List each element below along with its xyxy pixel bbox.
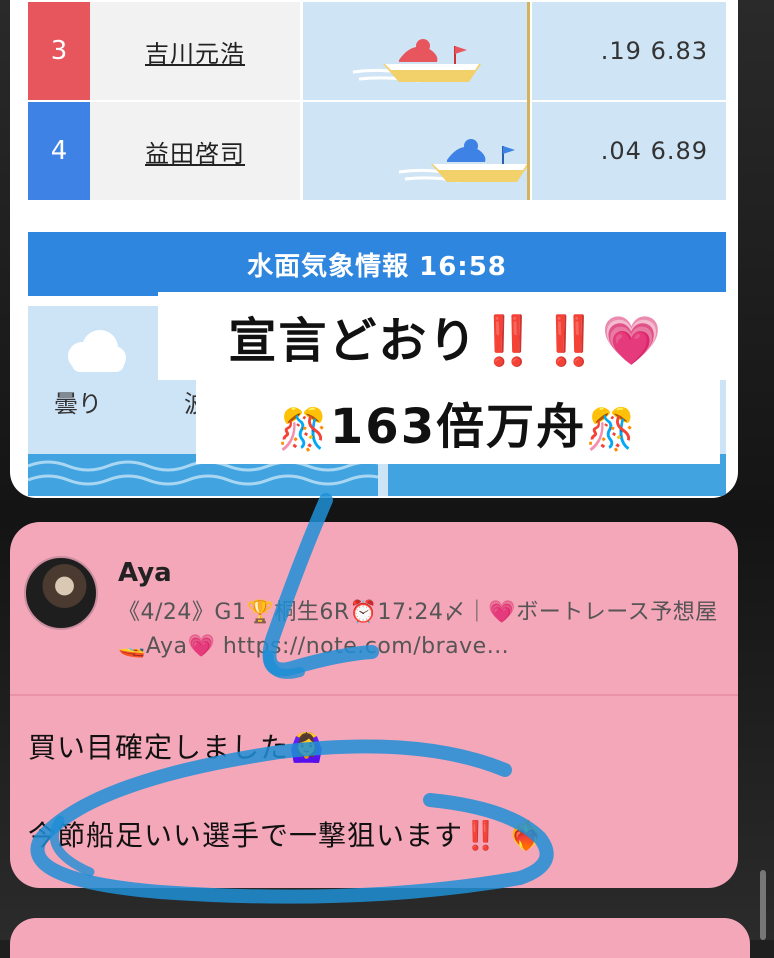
note-post-card[interactable]: Aya 《4/24》G1🏆桐生6R⏰17:24〆｜💗ボートレース予想屋🚤Aya💗…	[10, 522, 738, 888]
boat-icon	[352, 39, 481, 83]
post-text: 今節船足いい選手で一撃狙います‼️ ❤️‍🔥	[28, 814, 545, 854]
post-description[interactable]: 《4/24》G1🏆桐生6R⏰17:24〆｜💗ボートレース予想屋🚤Aya💗 htt…	[118, 596, 718, 664]
double-exclamation-icon: ‼️	[463, 819, 499, 852]
weather-header: 水面気象情報 16:58	[28, 232, 726, 296]
caption-line-1: 宣言どおり‼️‼️💗	[158, 292, 734, 380]
double-exclamation-icon: ‼️‼️	[478, 313, 602, 369]
racer-name-cell: 益田啓司	[90, 102, 300, 200]
goal-line	[527, 2, 530, 200]
racer-name-link[interactable]: 吉川元浩	[145, 34, 245, 69]
caption-text: 163倍万舟	[329, 399, 587, 455]
confetti-icon: 🎊	[278, 407, 330, 453]
racer-name-cell: 吉川元浩	[90, 2, 300, 100]
cloud-icon	[68, 330, 126, 372]
boat-position-cell	[303, 102, 529, 200]
racer-row[interactable]: 4 益田啓司 .04 6.89	[28, 102, 726, 200]
avatar[interactable]	[24, 556, 98, 630]
start-timing: .19 6.83	[532, 2, 726, 100]
divider	[10, 694, 738, 696]
heart-on-fire-icon: ❤️‍🔥	[508, 819, 545, 852]
start-timing: .04 6.89	[532, 102, 726, 200]
next-card-peek	[10, 918, 750, 958]
caption-line-2: 🎊163倍万舟🎊	[196, 380, 720, 464]
confetti-icon: 🎊	[586, 407, 638, 453]
racer-row[interactable]: 3 吉川元浩 .19 6.83	[28, 2, 726, 100]
caption-text: 宣言どおり	[228, 313, 479, 369]
lane-number: 4	[28, 102, 90, 200]
boat-position-cell	[303, 2, 529, 100]
post-text-content: 今節船足いい選手で一撃狙います	[28, 819, 464, 852]
scrollbar[interactable]	[760, 870, 766, 940]
post-text: 買い目確定しました🙆‍♀️	[28, 731, 325, 764]
boat-icon	[398, 139, 529, 183]
racer-name-link[interactable]: 益田啓司	[145, 134, 245, 169]
weather-label: 曇り	[54, 390, 102, 418]
author-name[interactable]: Aya	[118, 558, 172, 588]
heart-icon: 💗	[601, 313, 664, 369]
lane-number: 3	[28, 2, 90, 100]
